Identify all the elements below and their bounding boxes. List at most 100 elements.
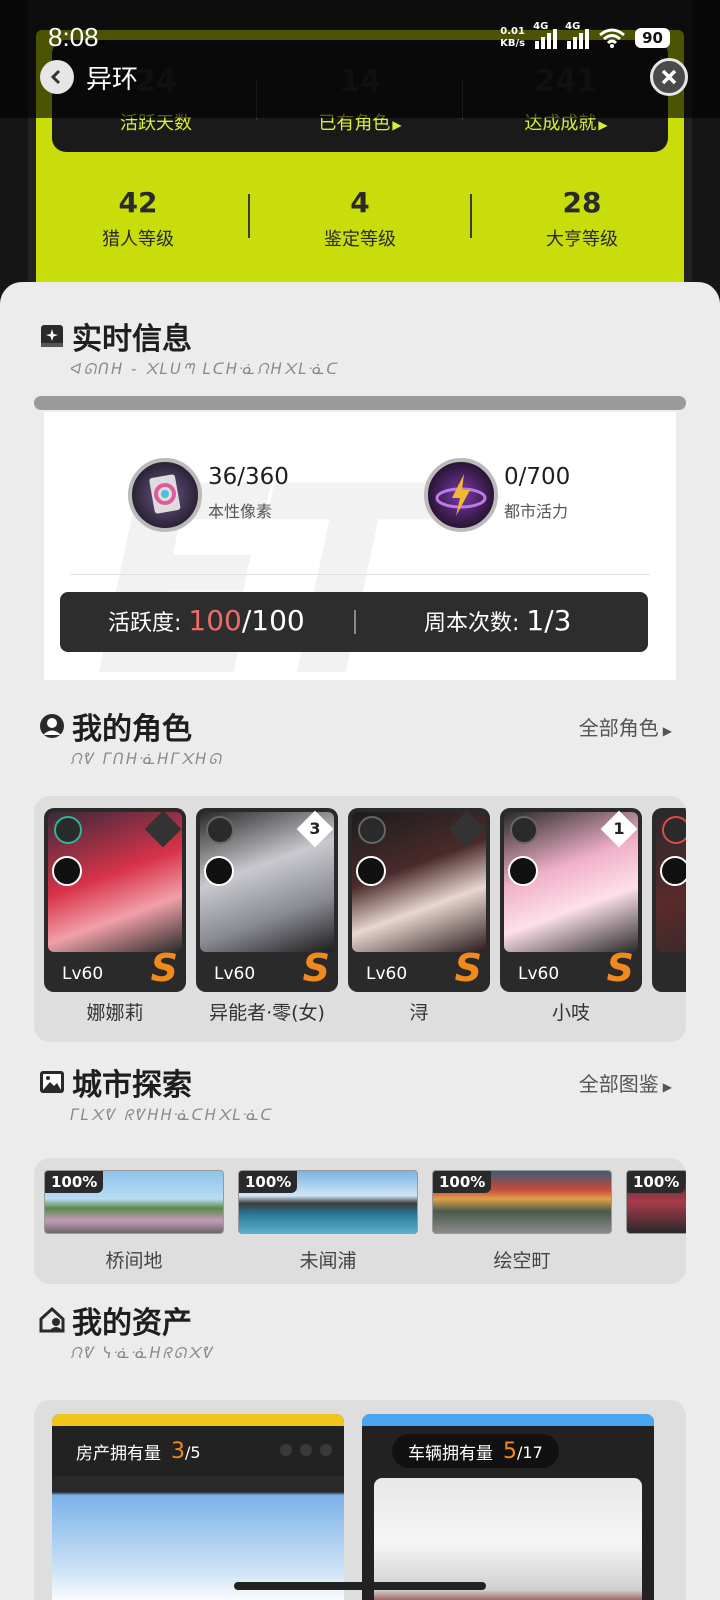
section-title: 我的角色 xyxy=(72,712,192,747)
weekly-readout: 周本次数: 1/3 xyxy=(424,604,571,637)
city-card[interactable]: 100% xyxy=(44,1170,224,1234)
character-name: 浔 xyxy=(409,1002,429,1024)
character-card[interactable]: 3 Lv60 S xyxy=(196,808,338,992)
status-time: 8:08 xyxy=(48,22,99,52)
top-bar: 8:08 0.01 KB/s 4G 4G 90 异环 xyxy=(0,0,720,118)
section-subtitle: ᙁᕓ ᒥᑎᕼᓍᕼᒥ᙭ᕼᘏ xyxy=(70,750,223,768)
city-card[interactable]: 100% xyxy=(432,1170,612,1234)
faction-icon xyxy=(508,856,538,886)
rank-mark-icon: 3 xyxy=(296,810,334,848)
activity-max: /100 xyxy=(241,604,305,637)
city-card[interactable]: 100% xyxy=(626,1170,686,1234)
resource-value: 0/700 xyxy=(504,464,571,490)
page-title: 异环 xyxy=(86,65,139,95)
house-user-icon xyxy=(38,1306,66,1334)
close-button[interactable] xyxy=(650,58,688,96)
divider xyxy=(248,194,250,238)
assets-list: 房产拥有量 3/5 车辆拥有量 5/17 xyxy=(34,1400,686,1600)
city-name: 桥间地 xyxy=(105,1250,163,1272)
level-value: 4 xyxy=(350,186,370,219)
city-section-header: 城市探索 xyxy=(38,1060,192,1104)
realtime-info-card: ET 36/360 本性像素 0/700 都市活力 活跃度: 100/100 周… xyxy=(44,412,676,680)
divider xyxy=(470,194,472,238)
rank-badge: S xyxy=(302,946,330,990)
user-circle-icon xyxy=(38,712,66,740)
faction-icon xyxy=(660,856,686,886)
character-level: Lv60 xyxy=(214,964,256,984)
section-subtitle: ᒥᒪ᙭ᕓ ᖇᕓᕼᕼᓍᑕᕼ᙭ᒪᓍᑕ xyxy=(70,1106,274,1124)
weekly-value: 1/3 xyxy=(526,604,572,637)
rank-mark-icon: 1 xyxy=(600,810,638,848)
property-count: 房产拥有量 3/5 xyxy=(66,1434,217,1468)
card-rail xyxy=(34,396,686,410)
status-icons: 0.01 KB/s 4G 4G 90 xyxy=(500,21,670,50)
divider xyxy=(70,574,650,575)
city-progress: 100% xyxy=(627,1171,686,1193)
level-label: 大亨等级 xyxy=(546,229,618,250)
rank-badge: S xyxy=(150,946,178,990)
home-indicator[interactable] xyxy=(234,1582,486,1590)
character-card[interactable]: Lv60 S xyxy=(348,808,490,992)
weekly-label: 周本次数: xyxy=(424,611,527,636)
card-stripe xyxy=(362,1414,654,1426)
card-stripe xyxy=(52,1414,344,1426)
resource-label: 本性像素 xyxy=(208,502,273,521)
property-card[interactable]: 房产拥有量 3/5 xyxy=(52,1414,344,1600)
vehicle-count: 车辆拥有量 5/17 xyxy=(392,1434,559,1468)
ether-element-icon xyxy=(54,816,82,844)
rank-badge: S xyxy=(454,946,482,990)
city-card[interactable]: 100% xyxy=(238,1170,418,1234)
city-progress: 100% xyxy=(433,1171,492,1193)
activity-bar: 活跃度: 100/100 周本次数: 1/3 xyxy=(60,592,648,652)
activity-current: 100 xyxy=(188,604,242,637)
asset-label: 车辆拥有量 xyxy=(408,1443,493,1464)
section-title: 城市探索 xyxy=(72,1068,192,1103)
asset-label: 房产拥有量 xyxy=(76,1443,161,1464)
character-level: Lv60 xyxy=(366,964,408,984)
level-label: 鉴定等级 xyxy=(324,229,396,250)
activity-readout: 活跃度: 100/100 xyxy=(108,604,305,637)
page-dots xyxy=(280,1444,332,1456)
asset-count: 3 xyxy=(171,1438,185,1464)
back-button[interactable] xyxy=(40,60,74,94)
signal-icon: 4G xyxy=(533,21,558,49)
main-sheet: 实时信息 ᐊᘏᑎᕼ - ᙭ᒪᑌᘉ ᒪᑕᕼᓍᙁᕼ᙭ᒪᓍᑕ ET 36/360 本性… xyxy=(0,282,720,1600)
section-subtitle: ᙁᕓ ᓭᓍᓍᕼᖇᘏ᙭ᕓ xyxy=(70,1344,215,1362)
faction-icon xyxy=(204,856,234,886)
vehicle-card[interactable]: 车辆拥有量 5/17 xyxy=(362,1414,654,1600)
lightning-orb-icon xyxy=(424,458,498,532)
caret-right-icon: ▶ xyxy=(662,1080,672,1094)
characters-section-header: 我的角色 xyxy=(38,704,192,748)
arrow-left-icon xyxy=(50,69,61,85)
close-icon xyxy=(661,69,677,85)
level-appraisal: 4 鉴定等级 xyxy=(260,186,460,251)
character-card[interactable] xyxy=(652,808,686,992)
caret-right-icon: ▶ xyxy=(392,118,402,132)
faction-icon xyxy=(52,856,82,886)
book-icon xyxy=(38,322,66,350)
character-card[interactable]: Lv60 S xyxy=(44,808,186,992)
fire-element-icon xyxy=(662,816,686,844)
character-level: Lv60 xyxy=(518,964,560,984)
asset-total: /5 xyxy=(185,1442,201,1462)
rank-badge: S xyxy=(606,946,634,990)
assets-section-header: 我的资产 xyxy=(38,1298,192,1342)
wifi-icon xyxy=(599,28,626,48)
character-card[interactable]: 1 Lv60 S xyxy=(500,808,642,992)
light-element-icon xyxy=(358,816,386,844)
all-atlas-link[interactable]: 全部图鉴 ▶ xyxy=(579,1068,672,1097)
section-title: 我的资产 xyxy=(72,1306,192,1341)
divider xyxy=(354,610,356,634)
faction-icon xyxy=(356,856,386,886)
activity-label: 活跃度: xyxy=(108,611,189,636)
asset-count: 5 xyxy=(503,1438,517,1464)
character-name: 娜娜莉 xyxy=(86,1002,144,1024)
light-element-icon xyxy=(510,816,538,844)
level-hunter: 42 猎人等级 xyxy=(38,186,238,251)
city-name: 未闻浦 xyxy=(299,1250,357,1272)
caret-right-icon: ▶ xyxy=(662,724,672,738)
signal-icon: 4G xyxy=(565,21,590,49)
all-characters-link[interactable]: 全部角色 ▶ xyxy=(579,712,672,741)
level-value: 28 xyxy=(562,186,602,219)
section-subtitle: ᐊᘏᑎᕼ - ᙭ᒪᑌᘉ ᒪᑕᕼᓍᙁᕼ᙭ᒪᓍᑕ xyxy=(70,360,340,378)
